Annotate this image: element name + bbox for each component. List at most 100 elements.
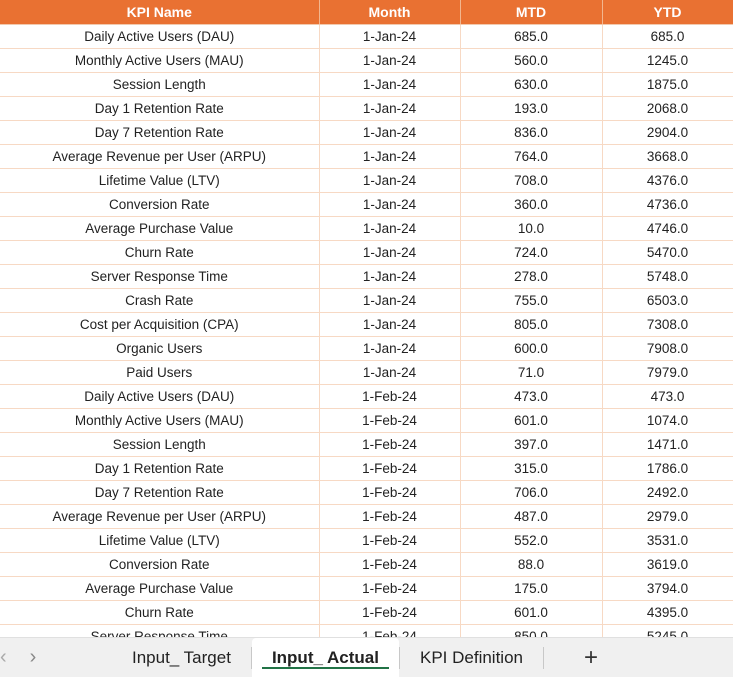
mtd-cell[interactable]: 360.0 [460,192,603,217]
month-cell[interactable]: 1-Jan-24 [319,192,461,217]
header-kpi-name[interactable]: KPI Name [0,0,320,25]
kpi-name-cell[interactable]: Organic Users [0,336,320,361]
month-cell[interactable]: 1-Jan-24 [319,96,461,121]
mtd-cell[interactable]: 764.0 [460,144,603,169]
month-cell[interactable]: 1-Jan-24 [319,240,461,265]
month-cell[interactable]: 1-Jan-24 [319,216,461,241]
kpi-name-cell[interactable]: Average Revenue per User (ARPU) [0,144,320,169]
kpi-name-cell[interactable]: Cost per Acquisition (CPA) [0,312,320,337]
mtd-cell[interactable]: 601.0 [460,408,603,433]
ytd-cell[interactable]: 7908.0 [602,336,733,361]
spreadsheet-grid[interactable]: KPI Name Month MTD YTD Daily Active User… [0,0,733,649]
ytd-cell[interactable]: 4746.0 [602,216,733,241]
ytd-cell[interactable]: 3531.0 [602,528,733,553]
month-cell[interactable]: 1-Feb-24 [319,384,461,409]
ytd-cell[interactable]: 1074.0 [602,408,733,433]
ytd-cell[interactable]: 3794.0 [602,576,733,601]
ytd-cell[interactable]: 4376.0 [602,168,733,193]
kpi-name-cell[interactable]: Average Purchase Value [0,576,320,601]
kpi-name-cell[interactable]: Lifetime Value (LTV) [0,168,320,193]
kpi-name-cell[interactable]: Server Response Time [0,264,320,289]
ytd-cell[interactable]: 2492.0 [602,480,733,505]
mtd-cell[interactable]: 805.0 [460,312,603,337]
month-cell[interactable]: 1-Feb-24 [319,504,461,529]
month-cell[interactable]: 1-Jan-24 [319,360,461,385]
month-cell[interactable]: 1-Feb-24 [319,408,461,433]
kpi-name-cell[interactable]: Churn Rate [0,600,320,625]
ytd-cell[interactable]: 1245.0 [602,48,733,73]
month-cell[interactable]: 1-Jan-24 [319,48,461,73]
mtd-cell[interactable]: 473.0 [460,384,603,409]
mtd-cell[interactable]: 397.0 [460,432,603,457]
kpi-name-cell[interactable]: Monthly Active Users (MAU) [0,408,320,433]
ytd-cell[interactable]: 1786.0 [602,456,733,481]
ytd-cell[interactable]: 7979.0 [602,360,733,385]
ytd-cell[interactable]: 1471.0 [602,432,733,457]
ytd-cell[interactable]: 2979.0 [602,504,733,529]
tab-input-target[interactable]: Input_ Target [112,638,251,677]
month-cell[interactable]: 1-Jan-24 [319,120,461,145]
month-cell[interactable]: 1-Feb-24 [319,552,461,577]
add-sheet-button[interactable]: + [544,644,638,672]
kpi-name-cell[interactable]: Churn Rate [0,240,320,265]
month-cell[interactable]: 1-Feb-24 [319,528,461,553]
mtd-cell[interactable]: 315.0 [460,456,603,481]
kpi-name-cell[interactable]: Daily Active Users (DAU) [0,24,320,49]
kpi-name-cell[interactable]: Daily Active Users (DAU) [0,384,320,409]
kpi-name-cell[interactable]: Session Length [0,72,320,97]
tab-kpi-definition[interactable]: KPI Definition [400,638,543,677]
mtd-cell[interactable]: 601.0 [460,600,603,625]
ytd-cell[interactable]: 3668.0 [602,144,733,169]
month-cell[interactable]: 1-Jan-24 [319,144,461,169]
mtd-cell[interactable]: 708.0 [460,168,603,193]
month-cell[interactable]: 1-Jan-24 [319,264,461,289]
mtd-cell[interactable]: 630.0 [460,72,603,97]
kpi-name-cell[interactable]: Lifetime Value (LTV) [0,528,320,553]
kpi-name-cell[interactable]: Day 1 Retention Rate [0,96,320,121]
month-cell[interactable]: 1-Feb-24 [319,456,461,481]
mtd-cell[interactable]: 685.0 [460,24,603,49]
month-cell[interactable]: 1-Jan-24 [319,312,461,337]
mtd-cell[interactable]: 175.0 [460,576,603,601]
kpi-name-cell[interactable]: Conversion Rate [0,552,320,577]
mtd-cell[interactable]: 10.0 [460,216,603,241]
header-month[interactable]: Month [319,0,461,25]
mtd-cell[interactable]: 755.0 [460,288,603,313]
header-mtd[interactable]: MTD [460,0,603,25]
ytd-cell[interactable]: 5470.0 [602,240,733,265]
month-cell[interactable]: 1-Feb-24 [319,576,461,601]
month-cell[interactable]: 1-Jan-24 [319,288,461,313]
mtd-cell[interactable]: 706.0 [460,480,603,505]
month-cell[interactable]: 1-Feb-24 [319,480,461,505]
kpi-name-cell[interactable]: Paid Users [0,360,320,385]
chevron-right-icon[interactable]: › [14,646,52,669]
ytd-cell[interactable]: 7308.0 [602,312,733,337]
kpi-name-cell[interactable]: Day 7 Retention Rate [0,120,320,145]
ytd-cell[interactable]: 4395.0 [602,600,733,625]
tab-input-actual[interactable]: Input_ Actual [251,638,399,677]
kpi-name-cell[interactable]: Crash Rate [0,288,320,313]
mtd-cell[interactable]: 724.0 [460,240,603,265]
month-cell[interactable]: 1-Jan-24 [319,72,461,97]
ytd-cell[interactable]: 2068.0 [602,96,733,121]
mtd-cell[interactable]: 71.0 [460,360,603,385]
kpi-name-cell[interactable]: Average Revenue per User (ARPU) [0,504,320,529]
header-ytd[interactable]: YTD [602,0,733,25]
mtd-cell[interactable]: 193.0 [460,96,603,121]
month-cell[interactable]: 1-Feb-24 [319,600,461,625]
kpi-name-cell[interactable]: Day 1 Retention Rate [0,456,320,481]
kpi-name-cell[interactable]: Conversion Rate [0,192,320,217]
mtd-cell[interactable]: 88.0 [460,552,603,577]
chevron-left-icon[interactable]: ‹ [0,646,14,669]
mtd-cell[interactable]: 560.0 [460,48,603,73]
mtd-cell[interactable]: 487.0 [460,504,603,529]
ytd-cell[interactable]: 4736.0 [602,192,733,217]
month-cell[interactable]: 1-Jan-24 [319,24,461,49]
ytd-cell[interactable]: 5748.0 [602,264,733,289]
kpi-name-cell[interactable]: Day 7 Retention Rate [0,480,320,505]
ytd-cell[interactable]: 1875.0 [602,72,733,97]
ytd-cell[interactable]: 6503.0 [602,288,733,313]
mtd-cell[interactable]: 600.0 [460,336,603,361]
kpi-name-cell[interactable]: Monthly Active Users (MAU) [0,48,320,73]
mtd-cell[interactable]: 836.0 [460,120,603,145]
